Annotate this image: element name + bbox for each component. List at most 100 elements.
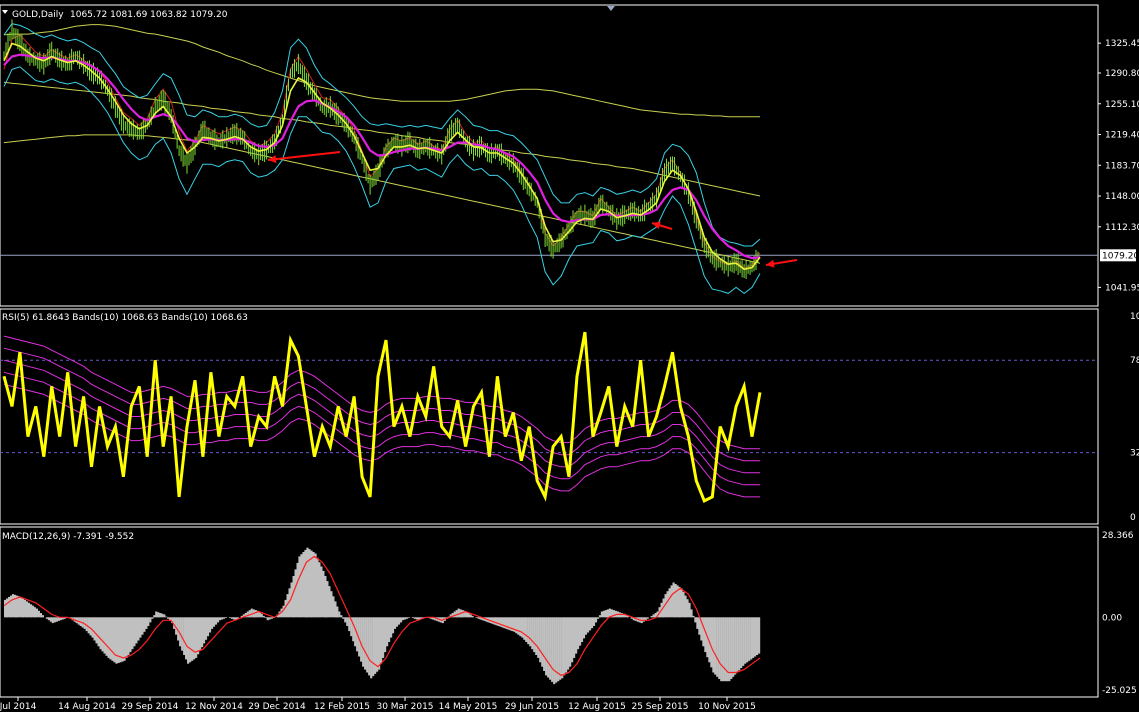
macd-bar <box>652 614 655 618</box>
macd-bar <box>539 617 542 663</box>
macd-bar <box>153 615 156 618</box>
macd-bar <box>666 591 669 618</box>
macd-bar <box>752 617 755 658</box>
macd-bar <box>342 617 345 619</box>
macd-bar <box>457 608 460 618</box>
price-tick-label: 1112.30 <box>1105 223 1139 233</box>
macd-bar <box>670 585 673 618</box>
macd-bar <box>99 617 102 650</box>
macd-bar <box>399 617 403 623</box>
macd-bar <box>49 617 52 622</box>
macd-bar <box>109 617 112 660</box>
macd-bar <box>268 617 271 620</box>
macd-bar <box>149 617 152 623</box>
macd-bar <box>563 617 566 676</box>
macd-tick-label: 0.00 <box>1102 613 1122 623</box>
macd-bar <box>758 617 761 654</box>
macd-bar <box>129 617 132 653</box>
macd-bar <box>533 617 536 653</box>
macd-bar <box>332 596 335 618</box>
macd-bar <box>91 617 94 638</box>
macd-bar <box>642 617 645 622</box>
macd-bar <box>143 617 146 632</box>
trading-chart[interactable]: 1325.45 1290.80 1255.10 1219.40 1183.70 1148.… <box>0 0 1139 712</box>
macd-bar <box>382 617 385 658</box>
macd-bar <box>403 617 407 620</box>
macd-bar <box>682 591 685 618</box>
macd-bar <box>477 617 480 619</box>
macd-bar <box>690 609 693 618</box>
macd-bar <box>541 617 544 667</box>
macd-bar <box>364 617 367 670</box>
macd-bar <box>567 617 570 670</box>
macd-bar <box>193 617 196 660</box>
macd-bar <box>314 553 317 618</box>
macd-bar <box>103 617 106 654</box>
macd-bar <box>35 608 38 618</box>
macd-bar <box>393 617 397 629</box>
macd-bar <box>497 617 500 626</box>
macd-bar <box>590 617 594 629</box>
macd-bar <box>53 617 56 623</box>
rsi-tick-label: 78 <box>1130 356 1139 366</box>
macd-bar <box>157 612 160 618</box>
macd-bar <box>378 617 381 670</box>
macd-bar <box>678 586 681 618</box>
macd-bar <box>592 617 596 626</box>
macd-bar <box>499 617 502 627</box>
macd-bar <box>720 617 723 682</box>
macd-bar <box>300 554 303 618</box>
macd-bar <box>141 617 144 635</box>
macd-bar <box>336 606 339 618</box>
macd-bar <box>306 547 309 618</box>
macd-bar <box>531 617 534 650</box>
macd-bar <box>742 617 745 666</box>
macd-bar <box>582 617 586 639</box>
macd-bar <box>391 617 395 634</box>
macd-bar <box>189 617 192 663</box>
symbol-label: GOLD,Daily <box>12 10 64 20</box>
macd-bar <box>380 617 383 664</box>
macd-bar <box>596 617 600 619</box>
macd-bar <box>366 617 369 673</box>
macd-bar <box>147 617 150 626</box>
macd-bar <box>197 617 200 655</box>
macd-bar <box>694 617 697 623</box>
macd-bar <box>8 597 11 618</box>
macd-bar <box>137 617 140 641</box>
macd-bar <box>206 617 210 637</box>
macd-bar <box>569 617 572 667</box>
macd-bar <box>214 617 218 625</box>
macd-bar <box>334 601 337 618</box>
macd-bar <box>224 617 227 618</box>
price-tick-label: 1325.45 <box>1105 39 1139 49</box>
macd-bar <box>467 613 470 618</box>
macd-bar <box>21 598 25 618</box>
macd-bar <box>413 617 416 619</box>
macd-bar <box>750 617 753 660</box>
macd-bar <box>340 615 343 618</box>
macd-bar <box>348 617 351 632</box>
macd-bar <box>127 617 130 655</box>
macd-bar <box>692 615 695 618</box>
macd-tick-label: 28.366 <box>1102 531 1134 541</box>
macd-bar <box>401 617 405 621</box>
macd-bar <box>537 617 540 658</box>
macd-bar <box>181 617 184 651</box>
macd-bar <box>29 604 33 618</box>
macd-bar <box>352 617 355 642</box>
macd-bar <box>264 617 267 618</box>
macd-bar <box>41 615 44 618</box>
macd-bar <box>372 617 375 677</box>
macd-bar <box>151 617 154 619</box>
macd-bar <box>139 617 142 638</box>
macd-bar <box>133 617 136 647</box>
macd-bar <box>529 617 532 647</box>
macd-bar <box>45 617 48 619</box>
time-tick-label: 29 Jun 2015 <box>505 702 559 712</box>
macd-bar <box>31 605 35 618</box>
macd-bar <box>376 617 379 672</box>
macd-bar <box>107 617 110 658</box>
macd-bar <box>123 617 126 661</box>
macd-bar <box>199 617 202 651</box>
